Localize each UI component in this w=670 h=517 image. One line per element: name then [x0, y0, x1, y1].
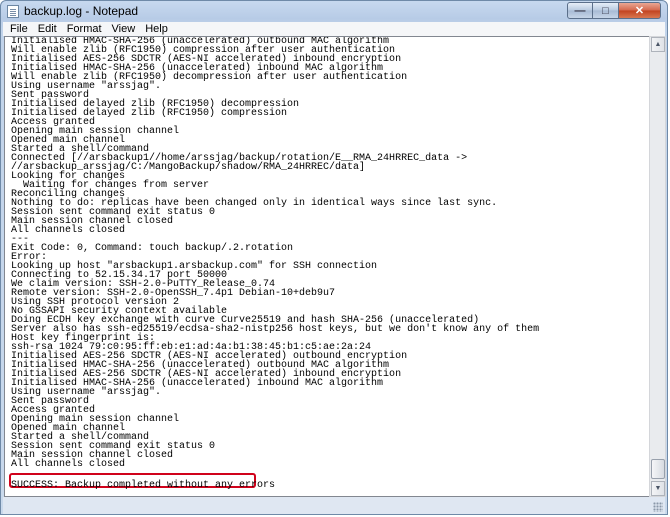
log-line: SUCCESS: Backup completed without any er…: [11, 480, 276, 491]
notepad-window: backup.log - Notepad — □ ✕ File Edit For…: [0, 0, 668, 515]
minimize-button[interactable]: —: [567, 2, 593, 19]
status-bar: [3, 497, 665, 514]
log-line: Exit Code: 0, Command: touch backup/.2.r…: [11, 243, 294, 254]
scroll-down-button[interactable]: ▼: [651, 481, 665, 496]
log-line: All channels closed: [11, 459, 126, 470]
window-controls: — □ ✕: [567, 2, 661, 19]
vertical-scrollbar[interactable]: ▲ ▼: [649, 36, 666, 497]
scroll-up-button[interactable]: ▲: [651, 37, 665, 52]
scroll-up-arrow-icon: ▲: [654, 41, 662, 48]
menu-help[interactable]: Help: [141, 23, 174, 35]
notepad-icon[interactable]: [7, 5, 19, 18]
title-bar[interactable]: backup.log - Notepad — □ ✕: [1, 1, 667, 22]
menu-format[interactable]: Format: [63, 23, 108, 35]
window-title: backup.log - Notepad: [24, 4, 139, 18]
maximize-button[interactable]: □: [593, 2, 619, 19]
minimize-icon: —: [574, 4, 586, 17]
close-button[interactable]: ✕: [619, 2, 661, 19]
scrollbar-thumb[interactable]: [651, 459, 665, 479]
text-editor-area[interactable]: Initialised HMAC-SHA-256 (unaccelerated)…: [4, 36, 650, 497]
resize-grip-icon[interactable]: [653, 502, 663, 512]
menu-file[interactable]: File: [3, 23, 34, 35]
scroll-down-arrow-icon: ▼: [654, 485, 662, 492]
menu-edit[interactable]: Edit: [34, 23, 63, 35]
menu-bar: File Edit Format View Help: [3, 22, 665, 36]
maximize-icon: □: [602, 4, 609, 17]
menu-view[interactable]: View: [108, 23, 142, 35]
close-icon: ✕: [634, 5, 645, 17]
